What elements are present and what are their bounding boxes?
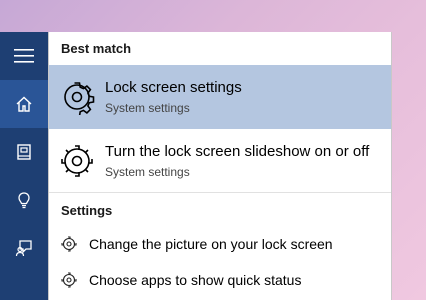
best-match-heading: Best match <box>61 41 132 56</box>
setting-change-lock-screen-picture[interactable]: Change the picture on your lock screen <box>49 228 391 262</box>
tips-button[interactable] <box>0 176 48 224</box>
gear-icon <box>61 236 77 252</box>
feedback-icon <box>15 239 33 257</box>
home-button[interactable] <box>0 80 48 128</box>
gear-icon <box>59 143 95 179</box>
result-title: Turn the lock screen slideshow on or off <box>105 143 370 160</box>
start-sidebar <box>0 32 48 300</box>
search-results-panel: Best match Lock screen settings System s… <box>48 32 392 300</box>
result-subtitle: System settings <box>105 165 190 179</box>
setting-label: Choose apps to show quick status <box>89 272 302 288</box>
notebook-button[interactable] <box>0 128 48 176</box>
settings-heading: Settings <box>61 203 113 218</box>
feedback-button[interactable] <box>0 224 48 272</box>
setting-label: Change the picture on your lock screen <box>89 236 333 252</box>
notebook-icon <box>15 143 33 161</box>
setting-choose-quick-status-apps[interactable]: Choose apps to show quick status <box>49 264 391 298</box>
result-lock-screen-settings[interactable]: Lock screen settings System settings <box>49 65 391 129</box>
lightbulb-icon <box>15 191 33 209</box>
result-title: Lock screen settings <box>105 79 242 96</box>
gear-icon <box>61 272 77 288</box>
result-subtitle: System settings <box>105 101 190 115</box>
home-icon <box>15 95 33 113</box>
result-lock-screen-slideshow[interactable]: Turn the lock screen slideshow on or off… <box>49 129 391 193</box>
section-divider <box>49 192 391 193</box>
gear-icon <box>59 79 95 117</box>
hamburger-menu-button[interactable] <box>0 32 48 80</box>
hamburger-menu-icon <box>14 48 34 64</box>
